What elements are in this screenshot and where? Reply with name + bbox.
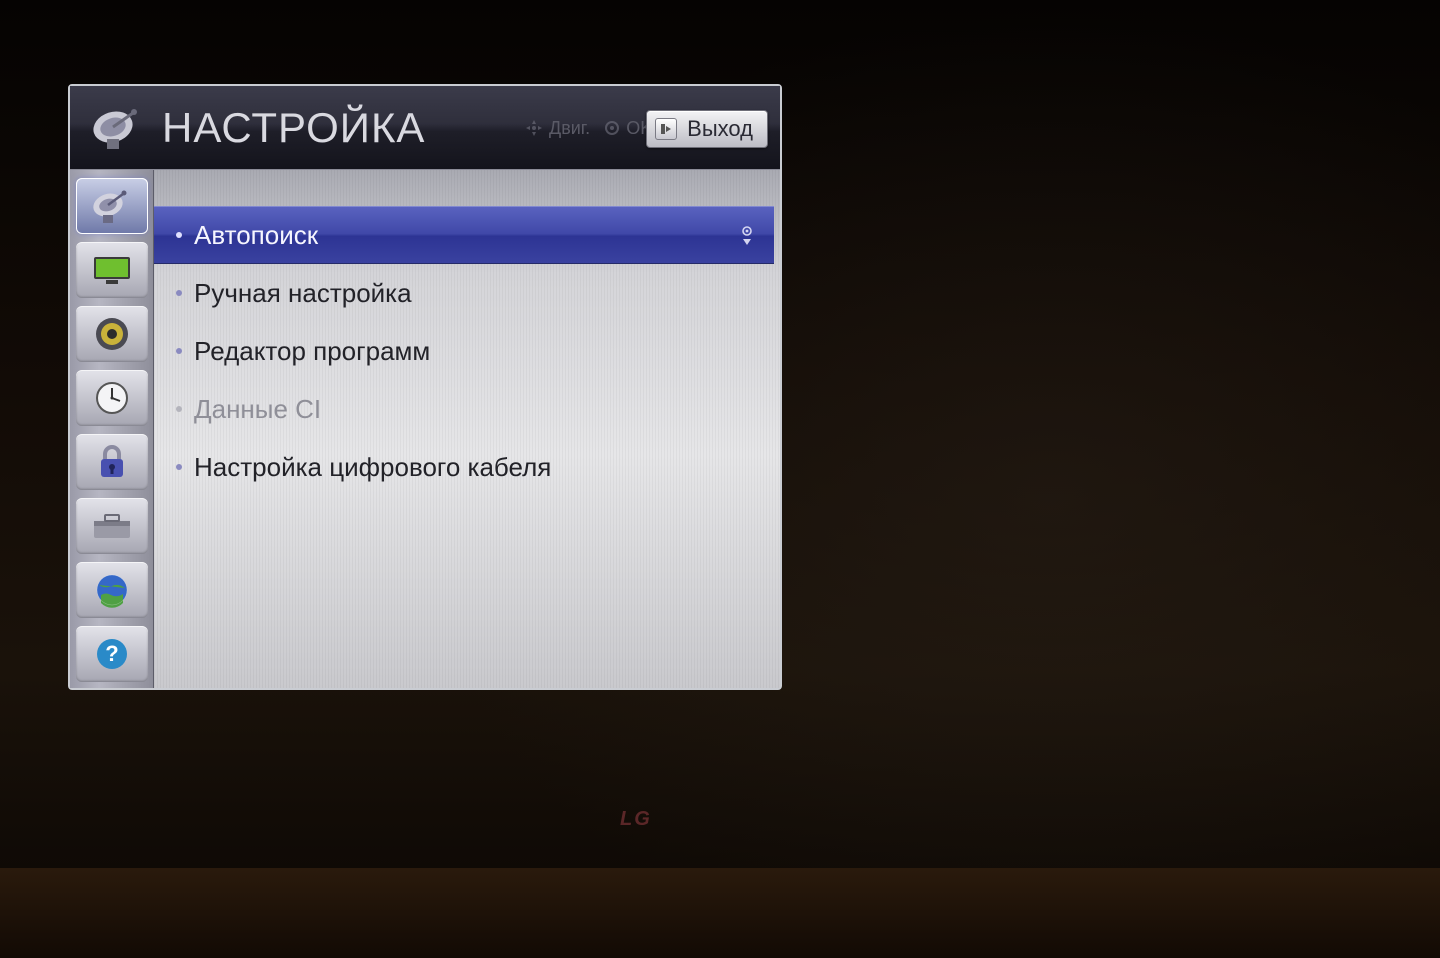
dpad-icon — [525, 119, 543, 137]
osd-body: ? Автопоиск Ручная настройка — [70, 170, 780, 688]
ok-dot-icon — [604, 120, 620, 136]
dish-icon — [90, 187, 134, 225]
sidebar-item-audio[interactable] — [76, 306, 148, 362]
clock-icon — [93, 379, 131, 417]
menu-item-manual-tuning[interactable]: Ручная настройка — [154, 264, 780, 322]
sidebar-item-lock[interactable] — [76, 434, 148, 490]
lock-icon — [95, 443, 129, 481]
exit-button[interactable]: Выход — [646, 110, 768, 148]
speaker-icon — [93, 315, 131, 353]
floor — [0, 868, 1440, 958]
page-title: НАСТРОЙКА — [162, 104, 425, 152]
menu-item-label: Данные CI — [194, 394, 321, 425]
nav-hints: Двиг. OK — [525, 86, 652, 170]
move-hint: Двиг. — [525, 118, 590, 139]
bullet-icon — [176, 406, 182, 412]
menu-item-ci-data: Данные CI — [154, 380, 780, 438]
globe-icon — [93, 571, 131, 609]
sidebar: ? — [70, 170, 154, 688]
bullet-icon — [176, 290, 182, 296]
menu-item-label: Автопоиск — [194, 220, 318, 251]
menu-item-label: Настройка цифрового кабеля — [194, 452, 551, 483]
help-icon: ? — [94, 636, 130, 672]
bullet-icon — [176, 464, 182, 470]
sidebar-item-option[interactable] — [76, 498, 148, 554]
bullet-icon — [176, 348, 182, 354]
menu-item-autosearch[interactable]: Автопоиск — [154, 206, 774, 264]
toolbox-icon — [91, 511, 133, 541]
menu-item-cable-dtv-setting[interactable]: Настройка цифрового кабеля — [154, 438, 780, 496]
ok-hint: OK — [604, 118, 652, 139]
sidebar-item-setup[interactable] — [76, 178, 148, 234]
exit-key-icon — [655, 118, 677, 140]
svg-text:?: ? — [105, 641, 118, 666]
osd-header: НАСТРОЙКА Двиг. OK — [70, 86, 780, 170]
move-hint-label: Двиг. — [549, 118, 590, 139]
sidebar-item-time[interactable] — [76, 370, 148, 426]
dish-icon — [70, 86, 166, 170]
sidebar-item-support[interactable]: ? — [76, 626, 148, 682]
enter-icon — [738, 223, 756, 247]
sidebar-item-picture[interactable] — [76, 242, 148, 298]
monitor-icon — [92, 255, 132, 285]
sidebar-item-network[interactable] — [76, 562, 148, 618]
menu-item-label: Ручная настройка — [194, 278, 412, 309]
tv-brand-logo: LG — [620, 808, 652, 831]
menu-item-programme-edit[interactable]: Редактор программ — [154, 322, 780, 380]
menu-item-label: Редактор программ — [194, 336, 430, 367]
menu-panel: Автопоиск Ручная настройка Редактор прог… — [154, 170, 780, 688]
bullet-icon — [176, 232, 182, 238]
exit-label: Выход — [687, 116, 753, 142]
osd-window: НАСТРОЙКА Двиг. OK — [68, 84, 782, 690]
